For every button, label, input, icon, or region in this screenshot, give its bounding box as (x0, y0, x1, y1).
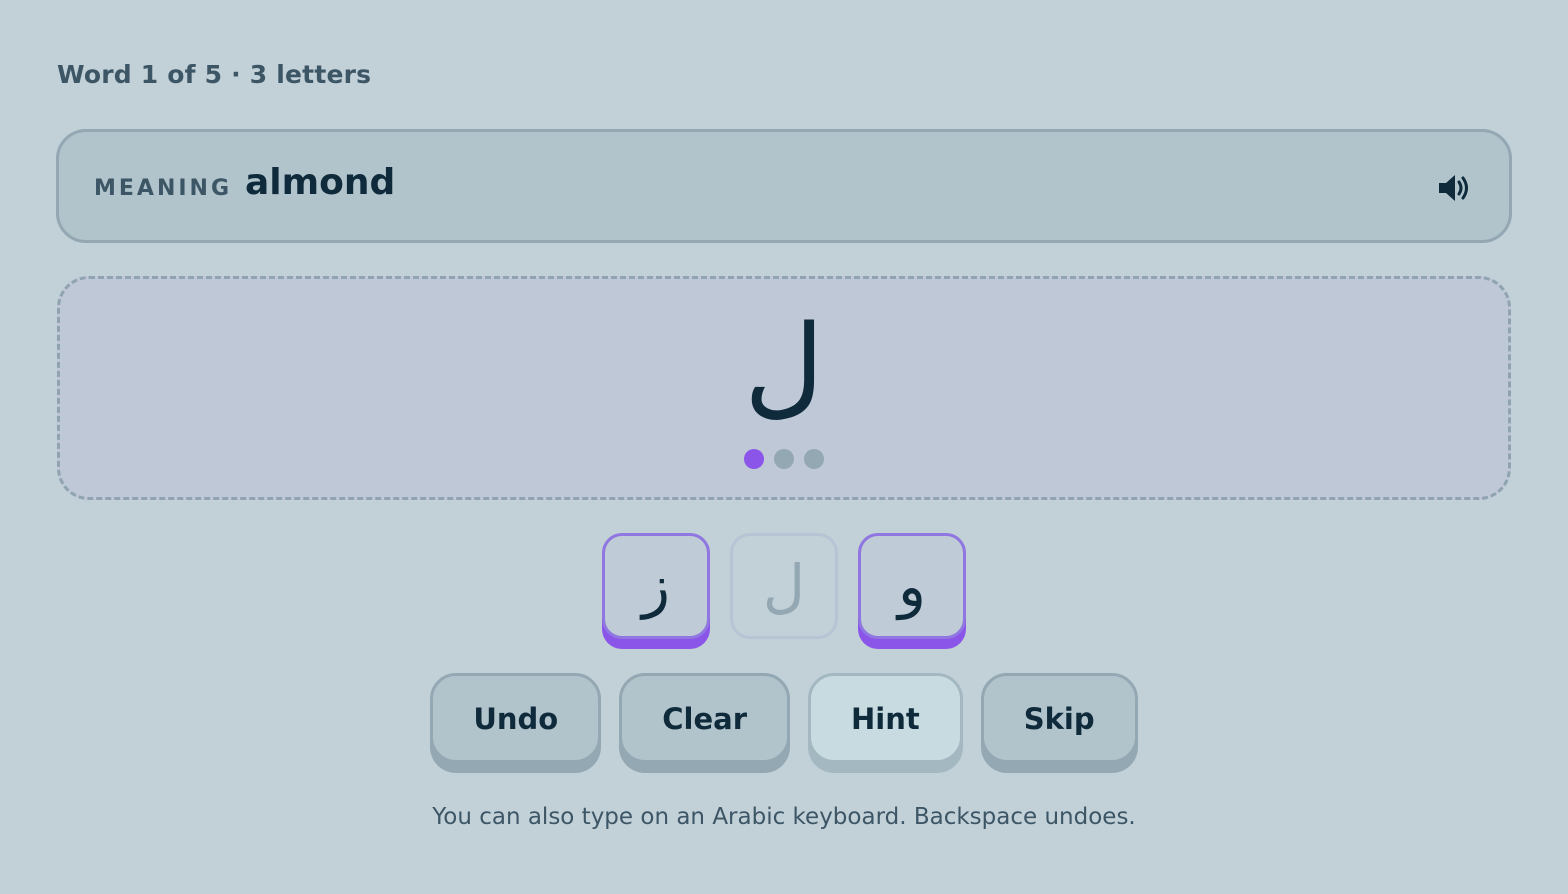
action-buttons: Undo Clear Hint Skip (0, 673, 1568, 767)
slot-indicator (60, 449, 1508, 469)
play-audio-button[interactable] (1437, 173, 1471, 203)
word-progress-label: Word 1 of 5 · 3 letters (57, 60, 372, 89)
letter-tiles: زلو (0, 533, 1568, 649)
letter-tile: ل (730, 533, 838, 649)
letter-tile[interactable]: و (858, 533, 966, 649)
letter-tile-letter: ز (602, 533, 710, 639)
undo-button-label: Undo (430, 673, 602, 763)
slot-dot-empty (774, 449, 794, 469)
speaker-icon (1439, 175, 1468, 201)
slot-dot-filled (744, 449, 764, 469)
hint-button[interactable]: Hint (808, 673, 963, 767)
meaning-card: MEANING almond (56, 129, 1512, 243)
meaning-word: almond (245, 162, 396, 203)
top-tab-strip (0, 0, 1568, 2)
letter-tile-letter: ل (730, 533, 838, 639)
skip-button[interactable]: Skip (980, 673, 1138, 767)
letter-tile-letter: و (858, 533, 966, 639)
letter-tile[interactable]: ز (602, 533, 710, 649)
keyboard-helper-text: You can also type on an Arabic keyboard.… (432, 804, 1136, 830)
hint-button-label: Hint (808, 673, 963, 763)
clear-button-label: Clear (619, 673, 791, 763)
skip-button-label: Skip (980, 673, 1138, 763)
answer-drop-area[interactable]: ل (57, 276, 1511, 500)
slot-dot-empty (804, 449, 824, 469)
answer-letters: ل (744, 301, 824, 429)
clear-button[interactable]: Clear (619, 673, 791, 767)
undo-button[interactable]: Undo (430, 673, 602, 767)
meaning-tag: MEANING (94, 176, 233, 201)
